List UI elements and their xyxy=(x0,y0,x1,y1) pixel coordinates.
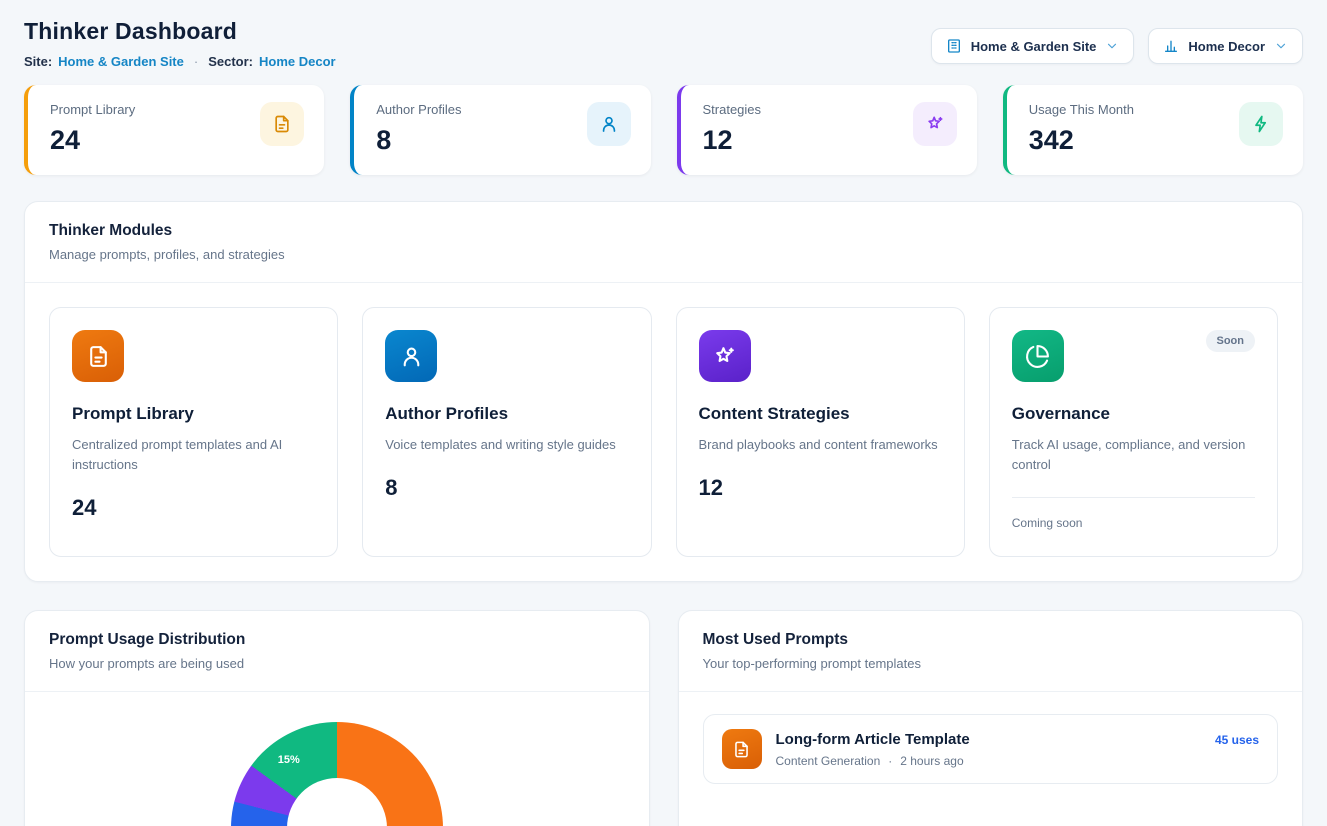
chevron-down-icon xyxy=(1105,39,1119,53)
module-count: 12 xyxy=(699,475,942,501)
sector-selector-label: Home Decor xyxy=(1188,39,1265,54)
usage-subtitle: How your prompts are being used xyxy=(49,656,625,671)
usage-chart-area: 15% xyxy=(25,692,649,826)
prompt-info: Long-form Article Template Content Gener… xyxy=(776,731,1201,768)
donut-slice-label: 15% xyxy=(278,754,300,766)
user-icon xyxy=(385,330,437,382)
sparkle-star-icon xyxy=(699,330,751,382)
sector-label: Sector: xyxy=(208,54,253,69)
prompt-category: Content Generation xyxy=(776,754,881,768)
module-description: Centralized prompt templates and AI inst… xyxy=(72,435,312,475)
modules-subtitle: Manage prompts, profiles, and strategies xyxy=(49,247,1278,262)
document-icon xyxy=(722,729,762,769)
stats-row: Prompt Library 24 Author Profiles 8 Stra… xyxy=(24,85,1303,175)
sparkle-star-icon xyxy=(913,102,957,146)
module-description: Voice templates and writing style guides xyxy=(385,435,625,455)
stat-label: Usage This Month xyxy=(1029,102,1134,117)
building-icon xyxy=(946,38,962,54)
site-link[interactable]: Home & Garden Site xyxy=(58,54,184,69)
stat-label: Strategies xyxy=(703,102,762,117)
prompt-usage-panel: Prompt Usage Distribution How your promp… xyxy=(24,610,650,826)
separator-dot: · xyxy=(194,54,198,69)
uses-count: 45 uses xyxy=(1215,733,1259,747)
list-item[interactable]: Long-form Article Template Content Gener… xyxy=(703,714,1279,784)
prompt-title: Long-form Article Template xyxy=(776,731,1201,748)
stat-text: Prompt Library 24 xyxy=(50,102,135,156)
soon-badge: Soon xyxy=(1206,330,1256,352)
module-title: Author Profiles xyxy=(385,404,628,424)
stat-text: Author Profiles 8 xyxy=(376,102,461,156)
bottom-row: Prompt Usage Distribution How your promp… xyxy=(24,610,1303,826)
sector-link[interactable]: Home Decor xyxy=(259,54,336,69)
usage-header: Prompt Usage Distribution How your promp… xyxy=(25,611,649,692)
most-used-subtitle: Your top-performing prompt templates xyxy=(703,656,1279,671)
module-card-prompt-library[interactable]: Prompt Library Centralized prompt templa… xyxy=(49,307,338,557)
stat-card-usage: Usage This Month 342 xyxy=(1003,85,1303,175)
most-used-title: Most Used Prompts xyxy=(703,631,1279,649)
header-selectors: Home & Garden Site Home Decor xyxy=(931,28,1303,64)
usage-donut: 15% xyxy=(231,722,443,826)
header-left: Thinker Dashboard Site: Home & Garden Si… xyxy=(24,18,336,69)
stat-card-author-profiles: Author Profiles 8 xyxy=(350,85,650,175)
module-description: Track AI usage, compliance, and version … xyxy=(1012,435,1252,475)
stat-value: 12 xyxy=(703,125,762,156)
site-selector-dropdown[interactable]: Home & Garden Site xyxy=(931,28,1135,64)
stat-text: Strategies 12 xyxy=(703,102,762,156)
prompt-time: 2 hours ago xyxy=(900,754,963,768)
module-count: 24 xyxy=(72,495,315,521)
module-card-governance[interactable]: Soon Governance Track AI usage, complian… xyxy=(989,307,1278,557)
document-icon xyxy=(72,330,124,382)
stat-label: Prompt Library xyxy=(50,102,135,117)
module-count: 8 xyxy=(385,475,628,501)
module-title: Content Strategies xyxy=(699,404,942,424)
modules-header: Thinker Modules Manage prompts, profiles… xyxy=(25,202,1302,283)
module-title: Governance xyxy=(1012,404,1255,424)
sector-selector-dropdown[interactable]: Home Decor xyxy=(1148,28,1303,64)
coming-soon-text: Coming soon xyxy=(1012,497,1255,530)
most-used-panel: Most Used Prompts Your top-performing pr… xyxy=(678,610,1304,826)
module-card-content-strategies[interactable]: Content Strategies Brand playbooks and c… xyxy=(676,307,965,557)
bar-chart-icon xyxy=(1163,38,1179,54)
lightning-icon xyxy=(1239,102,1283,146)
most-used-list: Long-form Article Template Content Gener… xyxy=(679,692,1303,806)
stat-text: Usage This Month 342 xyxy=(1029,102,1134,156)
thinker-modules-panel: Thinker Modules Manage prompts, profiles… xyxy=(24,201,1303,582)
breadcrumb: Site: Home & Garden Site · Sector: Home … xyxy=(24,54,336,69)
stat-card-strategies: Strategies 12 xyxy=(677,85,977,175)
module-card-author-profiles[interactable]: Author Profiles Voice templates and writ… xyxy=(362,307,651,557)
document-icon xyxy=(260,102,304,146)
site-label: Site: xyxy=(24,54,52,69)
separator-dot: · xyxy=(888,754,892,768)
site-selector-label: Home & Garden Site xyxy=(971,39,1097,54)
stat-value: 342 xyxy=(1029,125,1134,156)
page-title: Thinker Dashboard xyxy=(24,18,336,45)
chevron-down-icon xyxy=(1274,39,1288,53)
modules-title: Thinker Modules xyxy=(49,222,1278,240)
modules-grid: Prompt Library Centralized prompt templa… xyxy=(25,283,1302,581)
usage-title: Prompt Usage Distribution xyxy=(49,631,625,649)
module-description: Brand playbooks and content frameworks xyxy=(699,435,939,455)
stat-card-prompt-library: Prompt Library 24 xyxy=(24,85,324,175)
stat-value: 24 xyxy=(50,125,135,156)
most-used-header: Most Used Prompts Your top-performing pr… xyxy=(679,611,1303,692)
page-header: Thinker Dashboard Site: Home & Garden Si… xyxy=(24,18,1303,69)
dashboard-page: Thinker Dashboard Site: Home & Garden Si… xyxy=(0,0,1327,826)
user-icon xyxy=(587,102,631,146)
pie-chart-icon xyxy=(1012,330,1064,382)
prompt-meta: Content Generation · 2 hours ago xyxy=(776,754,1201,768)
module-title: Prompt Library xyxy=(72,404,315,424)
stat-label: Author Profiles xyxy=(376,102,461,117)
stat-value: 8 xyxy=(376,125,461,156)
